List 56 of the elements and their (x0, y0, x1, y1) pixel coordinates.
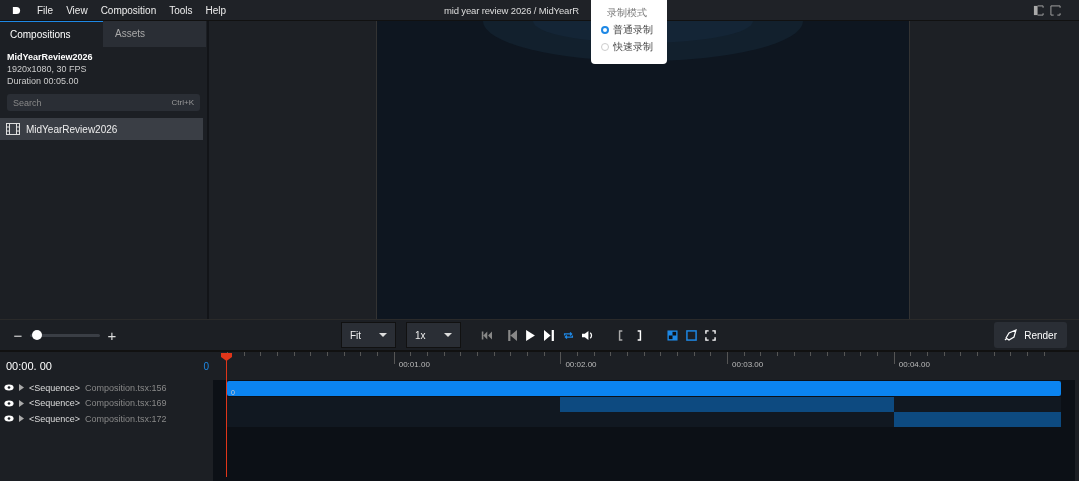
menu-item[interactable]: View (66, 4, 88, 16)
volume-icon[interactable] (582, 329, 593, 341)
fit-dropdown[interactable]: Fit (341, 322, 396, 348)
composition-duration: Duration 00:05.00 (7, 76, 80, 86)
menu-item[interactable]: Help (205, 4, 227, 16)
sequence-clip[interactable] (560, 396, 894, 412)
panel-layout-icon[interactable] (1033, 4, 1044, 16)
menu-item[interactable]: File (37, 4, 54, 16)
layer-tag[interactable]: <Sequence> (29, 398, 81, 409)
composition-format: 1920x1080, 30 FPS (7, 64, 88, 74)
speed-dropdown[interactable]: 1x (406, 322, 461, 348)
current-time: 00:00. 00 (6, 360, 52, 372)
zoom-out-button[interactable]: − (12, 326, 24, 344)
radio-label[interactable]: 快速录制 (613, 40, 653, 54)
layer-source: Composition.tsx:156 (85, 382, 167, 393)
radio-button[interactable] (601, 26, 609, 34)
radio-label[interactable]: 普通录制 (613, 23, 653, 37)
checkerboard-icon[interactable] (667, 329, 678, 341)
layer-tag[interactable]: <Sequence> (29, 413, 81, 424)
zoom-slider[interactable] (30, 333, 100, 337)
render-button[interactable]: Render (994, 322, 1067, 348)
layer-source: Composition.tsx:169 (85, 398, 167, 409)
menu-item[interactable]: Tools (169, 4, 193, 16)
next-frame-icon[interactable] (544, 329, 555, 341)
menu-item[interactable]: Composition (100, 4, 157, 16)
previous-frame-icon[interactable] (506, 329, 517, 341)
jump-to-start-icon[interactable] (481, 329, 492, 341)
play-icon[interactable] (525, 329, 536, 341)
loop-icon[interactable] (563, 329, 574, 341)
time-tick-label: 00:01.00 (398, 360, 430, 369)
popover-title: 录制模式 (607, 6, 648, 20)
playhead[interactable] (221, 353, 232, 477)
time-tick-label: 00:02.00 (565, 360, 597, 369)
eye-icon[interactable] (4, 384, 14, 392)
fullscreen-icon[interactable] (705, 329, 716, 341)
zoom-in-button[interactable]: + (106, 326, 118, 344)
app-logo-icon[interactable] (12, 5, 21, 15)
window-title: mid year review 2026 / MidYearR (444, 5, 579, 16)
composition-name: MidYearReview2026 (7, 52, 94, 62)
caret-icon (379, 333, 387, 337)
eye-icon[interactable] (4, 415, 14, 423)
time-tick-label: 00:03.00 (732, 360, 764, 369)
shortcut-hint: Ctrl+K (171, 98, 194, 107)
sidebar-item[interactable]: MidYearReview2026 (0, 118, 203, 140)
layer-tag[interactable]: <Sequence> (29, 382, 81, 393)
panel-layout-icon[interactable] (1050, 4, 1061, 16)
caret-icon (444, 333, 452, 337)
time-tick-label: 00:04.00 (898, 360, 930, 369)
film-icon (6, 123, 20, 135)
slider-thumb[interactable] (32, 329, 42, 340)
sequence-clip[interactable] (893, 412, 1061, 427)
eye-icon[interactable] (4, 399, 14, 407)
frame-number: 0 (203, 360, 209, 372)
tab[interactable]: Assets (103, 21, 206, 47)
safe-area-icon[interactable] (686, 329, 697, 341)
layer-source: Composition.tsx:172 (85, 413, 167, 424)
